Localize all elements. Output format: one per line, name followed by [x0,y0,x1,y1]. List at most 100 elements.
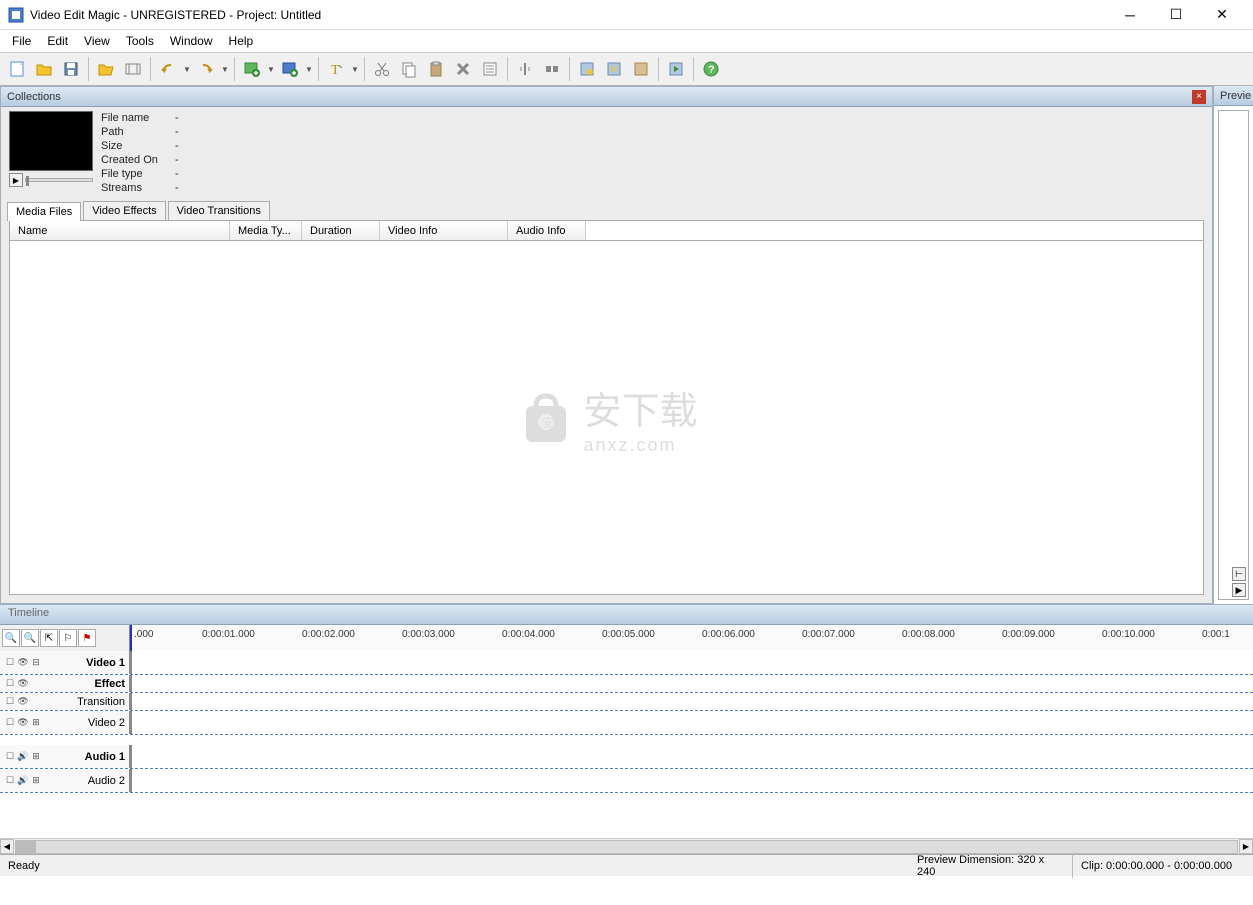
tab-video-effects[interactable]: Video Effects [83,201,165,220]
preview-play-button[interactable]: ▶ [1232,583,1246,597]
table-header: Name Media Ty... Duration Video Info Aud… [10,221,1203,241]
collections-tabs: Media Files Video Effects Video Transiti… [1,199,1212,220]
open-project-button[interactable] [31,56,57,82]
statusbar: Ready Preview Dimension: 320 x 240 Clip:… [0,854,1253,876]
menu-help[interactable]: Help [221,32,262,50]
track-video1-content[interactable] [130,651,1253,674]
content-area: Collections × ▶ File name-- Path- Size- … [0,86,1253,604]
preview-body: ⊢ ▶ [1218,110,1249,600]
maximize-button[interactable]: ☐ [1153,0,1199,30]
media-thumbnail: ▶ [9,111,93,195]
cut-button[interactable] [369,56,395,82]
col-audio-info[interactable]: Audio Info [508,221,586,240]
menu-file[interactable]: File [4,32,39,50]
preview-panel: Previe ⊢ ▶ [1213,86,1253,604]
col-duration[interactable]: Duration [302,221,380,240]
add-video-button[interactable] [239,56,265,82]
import-media-button[interactable] [120,56,146,82]
save-project-button[interactable] [58,56,84,82]
track-audio2-content[interactable] [130,769,1253,792]
label-filetype: File type [101,167,175,181]
track-effect-content[interactable] [130,675,1253,692]
render-button[interactable] [663,56,689,82]
redo-button[interactable] [193,56,219,82]
collections-close-button[interactable]: × [1192,90,1206,104]
label-created: Created On [101,153,175,167]
track-video2: ☐👁⊞Video 2 [0,711,1253,735]
timeline-panel: Timeline 🔍 🔍 ⇱ ⚐ ⚑ .000 0:00:01.000 0:00… [0,604,1253,854]
add-audio-button[interactable] [277,56,303,82]
collections-header: Collections × [1,87,1212,107]
add-video-dropdown[interactable]: ▼ [266,65,276,74]
minimize-button[interactable]: ─ [1107,0,1153,30]
text-tool-dropdown[interactable]: ▼ [350,65,360,74]
fit-button[interactable]: ⇱ [40,629,58,647]
svg-text:安: 安 [541,415,553,430]
properties-button[interactable] [477,56,503,82]
timeline-ruler[interactable]: .000 0:00:01.000 0:00:02.000 0:00:03.000… [130,625,1253,651]
col-video-info[interactable]: Video Info [380,221,508,240]
track-audio2: ☐🔊⊞Audio 2 [0,769,1253,793]
track-transition: ☐👁Transition [0,693,1253,711]
open-folder-button[interactable] [93,56,119,82]
new-project-button[interactable] [4,56,30,82]
marker-button[interactable]: ⚐ [59,629,77,647]
snap-button[interactable]: ⚑ [78,629,96,647]
effect-button[interactable] [574,56,600,82]
tab-media-files[interactable]: Media Files [7,202,81,221]
zoom-in-button[interactable]: 🔍 [2,629,20,647]
svg-text:?: ? [708,64,715,76]
col-name[interactable]: Name [10,221,230,240]
media-table: Name Media Ty... Duration Video Info Aud… [9,220,1204,595]
track-video1: ☐👁⊟Video 1 [0,651,1253,675]
svg-text:T: T [331,63,340,78]
thumbnail-slider[interactable] [25,178,93,182]
status-ready: Ready [0,860,909,872]
menu-tools[interactable]: Tools [118,32,162,50]
split-button[interactable] [512,56,538,82]
collections-title: Collections [7,91,61,103]
redo-dropdown[interactable]: ▼ [220,65,230,74]
track-video2-content[interactable] [130,711,1253,734]
undo-dropdown[interactable]: ▼ [182,65,192,74]
timeline-tracks: ☐👁⊟Video 1 ☐👁Effect ☐👁Transition ☐👁⊞Vide… [0,651,1253,838]
track-audio1-content[interactable] [130,745,1253,768]
tab-video-transitions[interactable]: Video Transitions [168,201,270,220]
menu-window[interactable]: Window [162,32,221,50]
text-tool-button[interactable]: T [323,56,349,82]
label-filename: File name [101,111,175,125]
watermark: 安 安下载 anxz.com [515,380,697,456]
zoom-out-button[interactable]: 🔍 [21,629,39,647]
preview-prev-button[interactable]: ⊢ [1232,567,1246,581]
preview-title: Previe [1220,90,1251,102]
undo-button[interactable] [155,56,181,82]
export-button[interactable] [628,56,654,82]
menu-view[interactable]: View [76,32,118,50]
status-clip: Clip: 0:00:00.000 - 0:00:00.000 [1073,860,1253,872]
preview-header: Previe [1214,86,1253,106]
timeline-header: Timeline [0,605,1253,625]
app-icon [8,7,24,23]
delete-button[interactable] [450,56,476,82]
table-body: 安 安下载 anxz.com [10,241,1203,594]
col-media-type[interactable]: Media Ty... [230,221,302,240]
track-transition-content[interactable] [130,693,1253,710]
label-streams: Streams [101,181,175,195]
paste-button[interactable] [423,56,449,82]
menubar: File Edit View Tools Window Help [0,30,1253,52]
close-button[interactable]: ✕ [1199,0,1245,30]
timeline-scrollbar[interactable]: ◀ ▶ [0,838,1253,854]
transition-button[interactable] [601,56,627,82]
titlebar: Video Edit Magic - UNREGISTERED - Projec… [0,0,1253,30]
join-button[interactable] [539,56,565,82]
timeline-tools: 🔍 🔍 ⇱ ⚐ ⚑ [0,625,130,651]
menu-edit[interactable]: Edit [39,32,76,50]
help-button[interactable]: ? [698,56,724,82]
copy-button[interactable] [396,56,422,82]
toolbar: ▼ ▼ ▼ ▼ T ▼ ? [0,52,1253,86]
thumbnail-image [9,111,93,171]
track-effect: ☐👁Effect [0,675,1253,693]
add-audio-dropdown[interactable]: ▼ [304,65,314,74]
label-size: Size [101,139,175,153]
thumbnail-play-button[interactable]: ▶ [9,173,23,187]
